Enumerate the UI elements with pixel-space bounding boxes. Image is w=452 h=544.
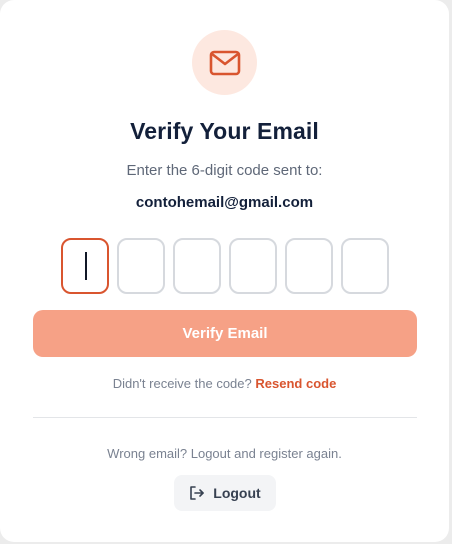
code-digit-5[interactable] (285, 238, 333, 294)
text-caret (85, 252, 87, 280)
wrong-email-text: Wrong email? Logout and register again. (107, 446, 342, 461)
divider (33, 417, 417, 418)
mail-icon (209, 50, 240, 75)
email-address: contohemail@gmail.com (135, 194, 314, 211)
verify-email-button[interactable]: Verify Email (33, 310, 417, 357)
logout-label: Logout (213, 485, 261, 501)
page-subtitle: Enter the 6-digit code sent to: (126, 162, 323, 179)
logout-icon (190, 486, 205, 500)
verify-email-card: Verify Your Email Enter the 6-digit code… (0, 0, 449, 542)
code-digit-2[interactable] (117, 238, 165, 294)
code-digit-3[interactable] (173, 238, 221, 294)
resend-code-link[interactable]: Resend code (255, 376, 336, 391)
code-digit-6[interactable] (341, 238, 389, 294)
resend-row: Didn't receive the code? Resend code (0, 376, 449, 391)
code-input-group (61, 238, 389, 294)
code-digit-4[interactable] (229, 238, 277, 294)
mail-icon-badge (192, 30, 257, 95)
code-digit-1[interactable] (61, 238, 109, 294)
resend-prompt: Didn't receive the code? (112, 376, 252, 391)
logout-button[interactable]: Logout (174, 475, 276, 511)
page-title: Verify Your Email (130, 118, 319, 144)
